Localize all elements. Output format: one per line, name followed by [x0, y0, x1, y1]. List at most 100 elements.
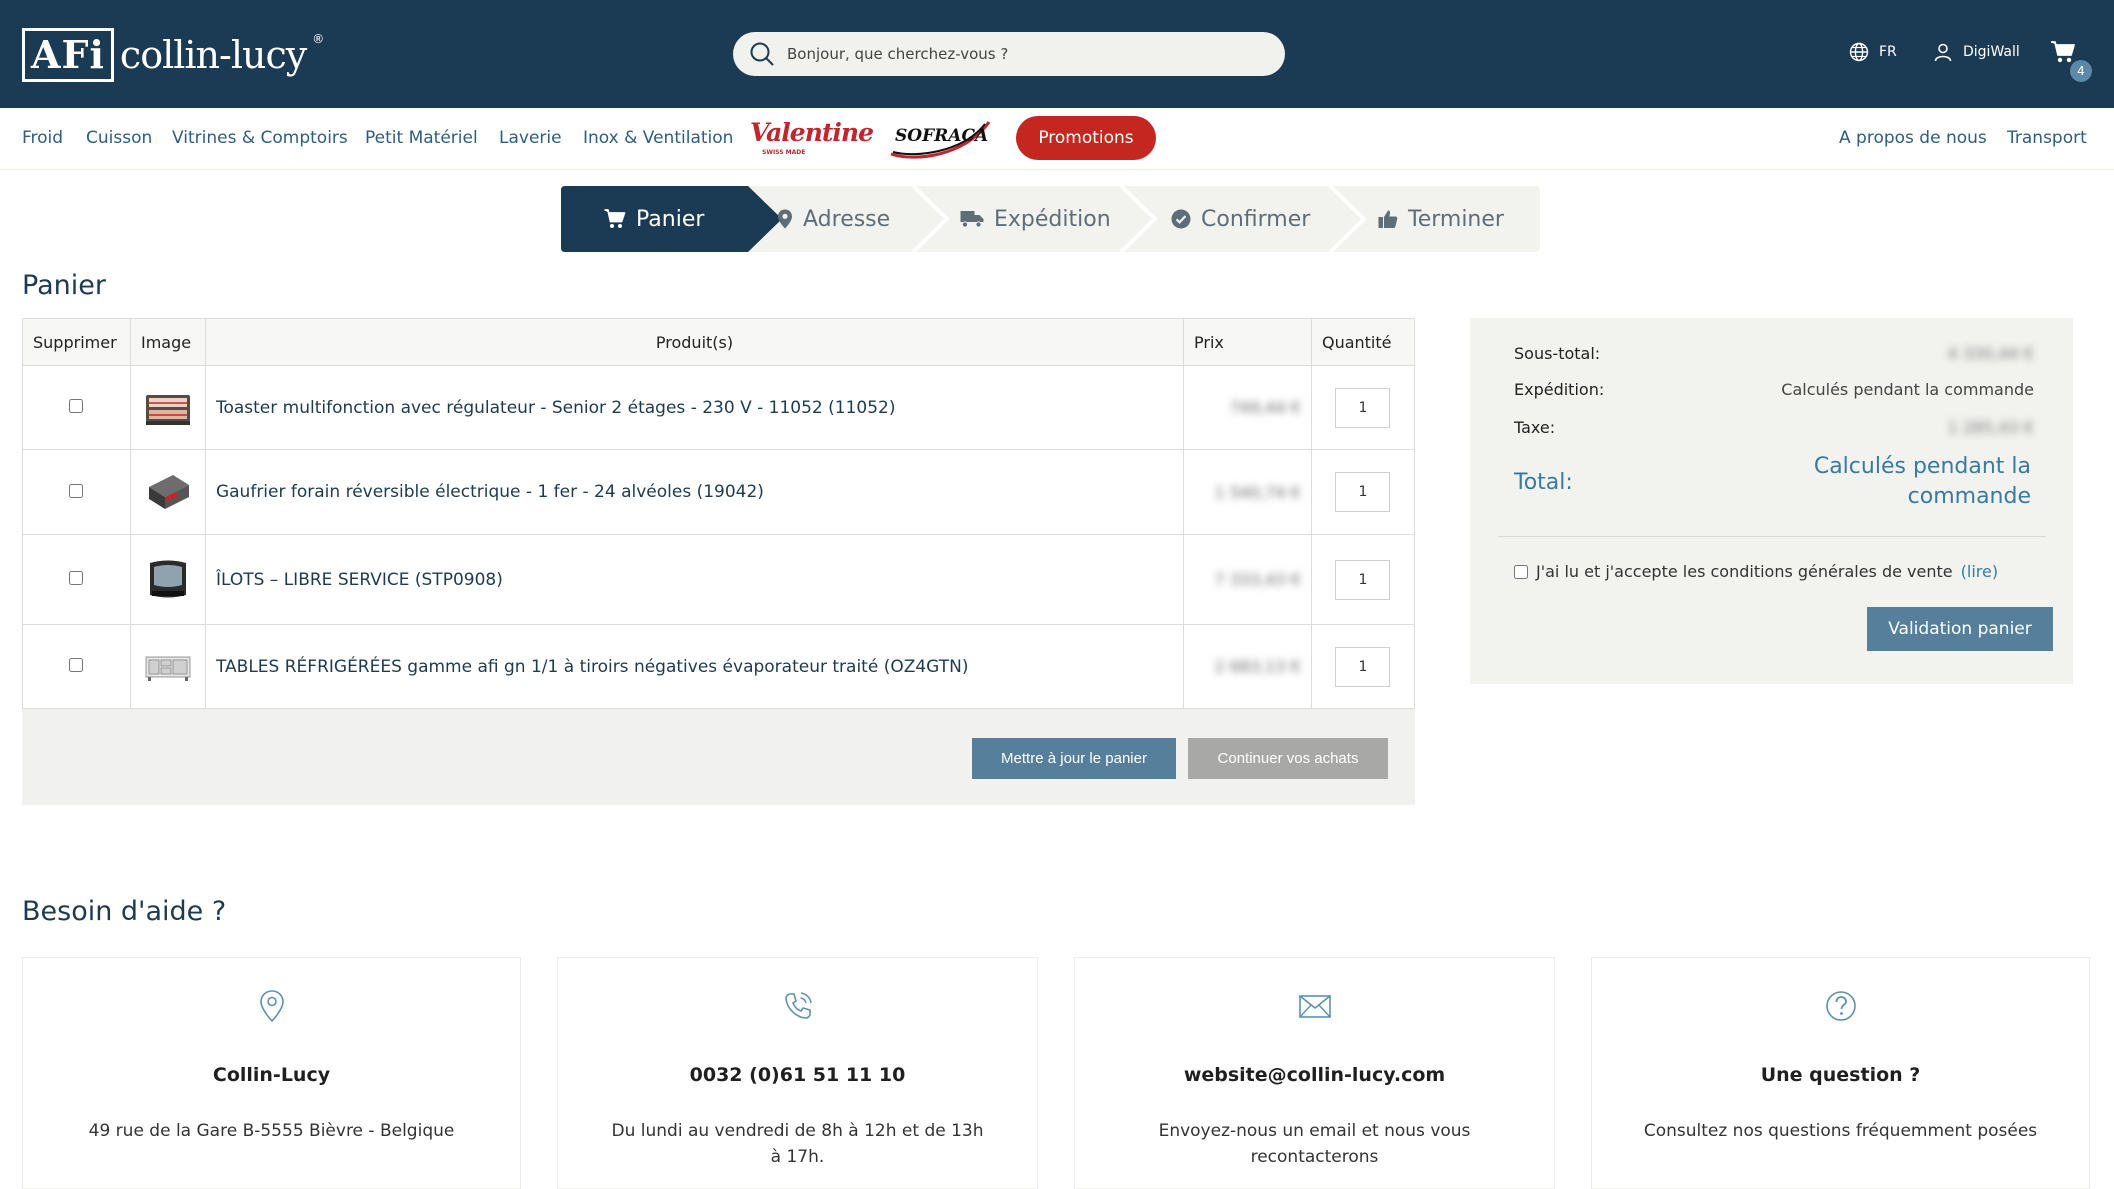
thumbs-up-icon — [1378, 210, 1398, 228]
image-cell — [129, 534, 206, 625]
shipping-value: Calculés pendant la commande — [1781, 380, 2034, 399]
validate-cart-button[interactable]: Validation panier — [1867, 607, 2053, 651]
product-thumbnail-table[interactable] — [143, 642, 193, 692]
remove-checkbox[interactable] — [69, 483, 84, 498]
help-card-faq: Une question ? Consultez nos questions f… — [1591, 957, 2090, 1189]
nav-transport[interactable]: Transport — [2007, 128, 2087, 148]
continue-shopping-button[interactable]: Continuer vos achats — [1188, 738, 1388, 779]
product-link[interactable]: ÎLOTS – LIBRE SERVICE (STP0908) — [216, 570, 503, 590]
truck-icon — [960, 211, 984, 228]
nav-petit-materiel[interactable]: Petit Matériel — [365, 128, 478, 148]
table-row: Gaufrier forain réversible électrique - … — [22, 449, 1416, 535]
help-card-title: Collin-Lucy — [212, 1064, 331, 1086]
product-thumbnail-toaster[interactable] — [143, 383, 193, 433]
product-link[interactable]: Gaufrier forain réversible électrique - … — [216, 482, 764, 502]
update-cart-button[interactable]: Mettre à jour le panier — [972, 738, 1176, 779]
product-thumbnail-ilot[interactable] — [143, 555, 193, 605]
map-pin-icon — [778, 209, 792, 229]
col-quantite: Quantité — [1310, 318, 1416, 366]
brand-sofraca-logo[interactable]: SOFRACA — [885, 116, 993, 162]
nav-inox-ventilation[interactable]: Inox & Ventilation — [583, 128, 733, 148]
terms-row: J'ai lu et j'accepte les conditions géné… — [1514, 562, 1998, 581]
tax-value: 1 285,43 € — [1947, 418, 2034, 437]
nav-cuisson[interactable]: Cuisson — [86, 128, 152, 148]
step-panier[interactable]: Panier — [604, 186, 704, 252]
user-account[interactable]: DigiWall — [1933, 42, 2020, 62]
table-row: TABLES RÉFRIGÉRÉES gamme afi gn 1/1 à ti… — [22, 624, 1416, 709]
col-image: Image — [129, 318, 206, 366]
user-icon — [1934, 43, 1952, 62]
remove-cell — [22, 449, 131, 535]
search-bar — [733, 32, 1285, 76]
shipping-label: Expédition: — [1514, 380, 1605, 399]
step-terminer[interactable]: Terminer — [1378, 186, 1504, 252]
quantity-input[interactable] — [1335, 559, 1391, 600]
brand-valentine-logo[interactable]: Valentine SWISS MADE — [750, 116, 874, 160]
product-cell: TABLES RÉFRIGÉRÉES gamme afi gn 1/1 à ti… — [204, 624, 1185, 709]
mail-icon — [1298, 995, 1331, 1018]
help-title: Besoin d'aide ? — [22, 896, 227, 927]
cart-button[interactable]: 4 — [2050, 40, 2092, 84]
cart-table: Supprimer Image Produit(s) Prix Quantité… — [22, 318, 1416, 709]
language-label: FR — [1879, 44, 1897, 60]
price-cell: 1 540,74 € — [1183, 449, 1312, 535]
remove-cell — [22, 624, 131, 709]
map-pin-icon — [259, 990, 284, 1023]
product-price: 2 683,13 € — [1214, 657, 1301, 676]
brand-valentine-name: Valentine — [750, 118, 874, 147]
nav-froid[interactable]: Froid — [22, 128, 63, 148]
nav-laverie[interactable]: Laverie — [499, 128, 562, 148]
step-confirmer[interactable]: Confirmer — [1171, 186, 1310, 252]
col-produits: Produit(s) — [204, 318, 1185, 366]
price-cell: 749,44 € — [1183, 365, 1312, 450]
quantity-input[interactable] — [1335, 472, 1391, 512]
main-nav: Froid Cuisson Vitrines & Comptoirs Petit… — [0, 108, 2114, 170]
checkout-steps: Panier Adresse Expédition Confirmer Term… — [561, 186, 1540, 252]
nav-vitrines-comptoirs[interactable]: Vitrines & Comptoirs — [172, 128, 348, 148]
price-cell: 2 683,13 € — [1183, 624, 1312, 709]
col-prix: Prix — [1183, 318, 1312, 366]
promotions-button[interactable]: Promotions — [1016, 116, 1156, 160]
search-input[interactable] — [787, 45, 1247, 63]
terms-checkbox[interactable] — [1514, 564, 1528, 579]
shipping-row: Expédition: Calculés pendant la commande — [1514, 380, 2034, 399]
qty-cell — [1310, 534, 1416, 625]
product-link[interactable]: Toaster multifonction avec régulateur - … — [216, 398, 896, 418]
step-adresse[interactable]: Adresse — [777, 186, 890, 252]
globe-icon — [1849, 42, 1869, 62]
product-price: 1 540,74 € — [1214, 482, 1301, 502]
quantity-input[interactable] — [1335, 646, 1391, 687]
remove-checkbox[interactable] — [69, 571, 84, 585]
qty-cell — [1310, 449, 1416, 535]
help-card-phone: 0032 (0)61 51 11 10 Du lundi au vendredi… — [557, 957, 1038, 1189]
remove-checkbox[interactable] — [69, 399, 84, 413]
price-cell: 7 333,43 € — [1183, 534, 1312, 625]
cart-icon — [604, 209, 626, 228]
product-thumbnail-waffle[interactable] — [143, 467, 193, 517]
user-name: DigiWall — [1963, 44, 2020, 60]
order-summary: Sous-total: 4 330,44 € Expédition: Calcu… — [1470, 318, 2073, 684]
help-card-email: website@collin-lucy.com Envoyez-nous un … — [1074, 957, 1555, 1189]
logo-text: collin-lucy — [119, 33, 307, 77]
product-cell: ÎLOTS – LIBRE SERVICE (STP0908) — [204, 534, 1185, 625]
product-link[interactable]: TABLES RÉFRIGÉRÉES gamme afi gn 1/1 à ti… — [216, 657, 969, 677]
summary-divider — [1498, 536, 2046, 537]
terms-read-link[interactable]: (lire) — [1961, 562, 1998, 581]
subtotal-row: Sous-total: 4 330,44 € — [1514, 344, 2034, 363]
search-icon[interactable] — [749, 41, 775, 67]
help-card-text: Envoyez-nous un email et nous vous recon… — [1158, 1121, 1471, 1167]
help-card-text: Consultez nos questions fréquemment posé… — [1643, 1121, 2038, 1141]
nav-about[interactable]: A propos de nous — [1839, 128, 1987, 148]
site-logo[interactable]: AFi collin-lucy ® — [22, 24, 324, 86]
step-label: Adresse — [803, 206, 891, 232]
tax-row: Taxe: 1 285,43 € — [1514, 418, 2034, 437]
brand-valentine-tag: SWISS MADE — [762, 149, 806, 156]
step-label: Expédition — [994, 206, 1111, 232]
remove-checkbox[interactable] — [69, 658, 84, 672]
quantity-input[interactable] — [1335, 387, 1391, 428]
language-selector[interactable]: FR — [1849, 42, 1897, 62]
col-supprimer: Supprimer — [22, 318, 131, 366]
step-expedition[interactable]: Expédition — [960, 186, 1111, 252]
image-cell — [129, 624, 206, 709]
step-label: Confirmer — [1201, 206, 1311, 232]
